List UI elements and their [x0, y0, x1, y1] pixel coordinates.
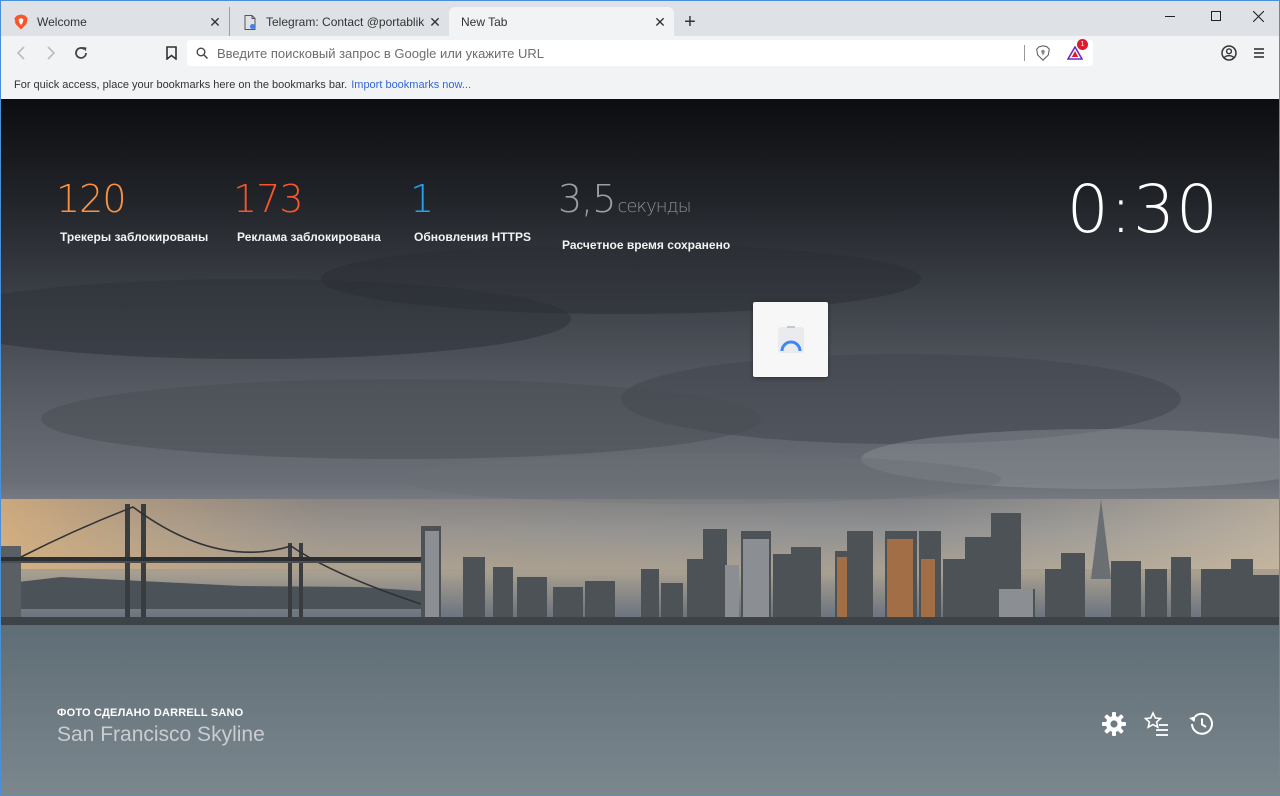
- divider: [1024, 45, 1025, 61]
- forward-button[interactable]: [39, 41, 63, 65]
- brave-rewards-icon[interactable]: 1: [1063, 39, 1088, 63]
- address-input[interactable]: [217, 45, 1016, 61]
- clock: 0:30: [1066, 171, 1219, 248]
- stat-label: Реклама заблокирована: [237, 230, 381, 244]
- credit-prefix: ФОТО СДЕЛАНО: [57, 707, 151, 719]
- stat-https-upgrades: 1 Обновления HTTPS: [410, 177, 531, 244]
- bookmarks-list-icon: [1144, 711, 1168, 736]
- photo-credit-author: ФОТО СДЕЛАНО DARRELL SANO: [57, 707, 265, 719]
- photo-location: San Francisco Skyline: [57, 723, 265, 746]
- reload-button[interactable]: [69, 41, 93, 65]
- minimize-button[interactable]: [1147, 1, 1193, 31]
- rewards-badge: 1: [1077, 39, 1088, 50]
- maximize-button[interactable]: [1193, 1, 1239, 31]
- bookmarks-button[interactable]: [1142, 709, 1172, 739]
- tab-new-tab[interactable]: New Tab ✕: [449, 7, 674, 37]
- bookmarks-bar: For quick access, place your bookmarks h…: [0, 70, 1280, 99]
- loading-spinner-icon: [777, 325, 804, 353]
- close-tab-icon[interactable]: ✕: [652, 14, 668, 30]
- toolbar: 1: [0, 36, 1280, 70]
- loading-dot-icon: [250, 24, 255, 29]
- loading-placeholder: [753, 302, 828, 377]
- back-button[interactable]: [9, 41, 33, 65]
- stat-value: 1: [410, 177, 434, 221]
- tab-title: New Tab: [461, 15, 508, 29]
- tab-welcome[interactable]: Welcome ✕: [1, 7, 229, 37]
- profile-icon[interactable]: [1217, 41, 1241, 65]
- search-icon: [187, 47, 217, 59]
- stat-unit: секунды: [617, 196, 691, 217]
- close-tab-icon[interactable]: ✕: [427, 14, 443, 30]
- bookmarks-bar-message: For quick access, place your bookmarks h…: [14, 78, 348, 91]
- stat-ads-blocked: 173 Реклама заблокирована: [233, 177, 381, 244]
- import-bookmarks-link[interactable]: Import bookmarks now...: [351, 79, 471, 91]
- tab-strip: Welcome ✕ Telegram: Contact @portablik ✕…: [0, 0, 1280, 37]
- page-icon: [242, 14, 258, 30]
- photo-credit: ФОТО СДЕЛАНО DARRELL SANO San Francisco …: [57, 707, 265, 747]
- stat-value: 120: [56, 177, 127, 221]
- brave-shields-icon[interactable]: [1033, 43, 1053, 63]
- gear-icon: [1102, 712, 1126, 736]
- credit-author-name[interactable]: DARRELL SANO: [154, 707, 244, 719]
- history-button[interactable]: [1186, 709, 1216, 739]
- new-tab-page: 120 Трекеры заблокированы 173 Реклама за…: [0, 99, 1280, 796]
- bookmark-icon[interactable]: [159, 41, 183, 65]
- tab-telegram[interactable]: Telegram: Contact @portablik ✕: [229, 7, 449, 37]
- settings-button[interactable]: [1099, 709, 1129, 739]
- stat-value: 3,5: [558, 177, 616, 221]
- omnibox[interactable]: 1: [187, 39, 1093, 66]
- stat-time-saved: 3,5 секунды Расчетное время сохранено: [558, 177, 730, 252]
- close-tab-icon[interactable]: ✕: [207, 14, 223, 30]
- history-clock-icon: [1189, 712, 1213, 735]
- stat-trackers-blocked: 120 Трекеры заблокированы: [56, 177, 208, 244]
- brave-lion-icon: [13, 14, 29, 30]
- stat-value: 173: [233, 177, 304, 221]
- stat-label: Трекеры заблокированы: [60, 230, 209, 244]
- close-window-button[interactable]: [1235, 1, 1280, 31]
- menu-icon[interactable]: [1247, 41, 1271, 65]
- stat-label: Расчетное время сохранено: [562, 238, 731, 252]
- tab-title: Welcome: [37, 15, 87, 29]
- tab-title: Telegram: Contact @portablik: [266, 15, 425, 29]
- stat-label: Обновления HTTPS: [414, 230, 531, 244]
- new-tab-button[interactable]: +: [681, 11, 699, 33]
